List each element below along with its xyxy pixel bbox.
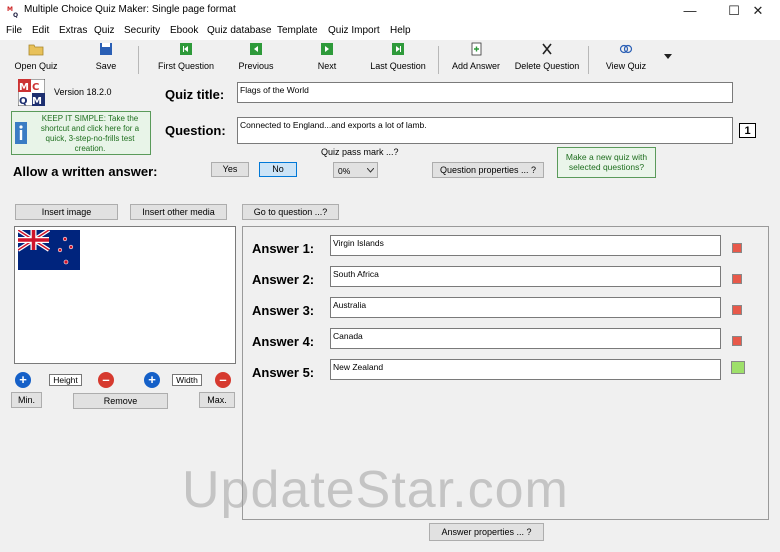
remove-button[interactable]: Remove [73,393,168,409]
minus-icon: – [219,372,227,387]
svg-text:M: M [32,96,42,106]
last-question-button[interactable]: Last Question [366,42,430,71]
menu-quiz-database[interactable]: Quiz database [207,25,272,36]
close-button[interactable]: ✕ [736,0,780,22]
logo: M C Q M [18,79,45,106]
keep-it-simple-text: KEEP IT SIMPLE: Take the shortcut and cl… [40,114,140,153]
window-title: Multiple Choice Quiz Maker: Single page … [24,4,236,15]
last-arrow-icon [392,43,404,55]
pass-mark-value: 0% [338,166,351,176]
answer-3-input[interactable]: Australia [330,297,721,318]
pass-mark-label: Quiz pass mark ...? [321,147,399,157]
answer-3-label: Answer 3: [252,303,315,318]
left-arrow-icon [250,43,262,55]
width-label: Width [172,374,202,386]
min-button[interactable]: Min. [11,392,42,408]
svg-text:Q: Q [19,96,28,106]
width-decrease-button[interactable]: – [215,372,231,388]
menu-quiz[interactable]: Quiz [94,25,115,36]
menu-help[interactable]: Help [390,25,411,36]
make-new-quiz-button[interactable]: Make a new quiz with selected questions? [557,147,656,178]
question-input[interactable]: Connected to England...and exports a lot… [237,117,733,144]
quiz-title-input[interactable]: Flags of the World [237,82,733,103]
menu-file[interactable]: File [6,25,22,36]
svg-text:Q: Q [13,12,18,18]
toolbar-separator [138,46,139,74]
insert-other-media-button[interactable]: Insert other media [130,204,227,220]
allow-written-answer-label: Allow a written answer: [13,164,158,179]
quiz-title-label: Quiz title: [165,87,225,102]
answer-1-incorrect-marker[interactable] [732,243,742,253]
toolbar-separator [588,46,589,74]
version-label: Version 18.2.0 [54,87,112,97]
first-question-button[interactable]: First Question [148,42,224,71]
pass-mark-select[interactable]: 0% [333,162,378,178]
plus-icon: + [148,372,156,387]
svg-text:M: M [19,82,29,93]
answer-3-incorrect-marker[interactable] [732,305,742,315]
first-arrow-icon [180,43,192,55]
menu-quiz-import[interactable]: Quiz Import [328,25,380,36]
plus-icon: + [19,372,27,387]
max-button[interactable]: Max. [199,392,235,408]
answer-2-input[interactable]: South Africa [330,266,721,287]
answer-5-input[interactable]: New Zealand [330,359,721,380]
answer-1-input[interactable]: Virgin Islands [330,235,721,256]
minimize-button[interactable]: — [668,0,712,22]
minus-icon: – [102,372,110,387]
menu-template[interactable]: Template [277,25,318,36]
delete-x-icon [542,43,552,55]
answer-5-label: Answer 5: [252,365,315,380]
question-label: Question: [165,123,226,138]
height-increase-button[interactable]: + [15,372,31,388]
save-button[interactable]: Save [84,42,128,71]
answer-4-label: Answer 4: [252,334,315,349]
add-document-icon [471,42,482,56]
previous-button[interactable]: Previous [232,42,280,71]
question-properties-button[interactable]: Question properties ... ? [432,162,544,178]
answer-4-incorrect-marker[interactable] [732,336,742,346]
menu-security[interactable]: Security [124,25,160,36]
go-to-question-button[interactable]: Go to question ...? [242,204,339,220]
answer-4-input[interactable]: Canada [330,328,721,349]
answer-2-incorrect-marker[interactable] [732,274,742,284]
info-icon [15,122,27,144]
watermark: UpdateStar.com [182,461,569,519]
delete-question-button[interactable]: Delete Question [514,42,580,71]
question-number: 1 [739,123,756,138]
chevron-down-icon [367,168,374,173]
floppy-disk-icon [100,43,112,55]
svg-text:C: C [32,82,39,93]
toolbar: Open Quiz Save First Question Previous N… [0,40,780,76]
right-arrow-icon [321,43,333,55]
height-label: Height [49,374,82,386]
answer-1-label: Answer 1: [252,241,315,256]
menu-ebook[interactable]: Ebook [170,25,198,36]
view-quiz-icon [619,44,633,54]
yes-button[interactable]: Yes [211,162,249,177]
view-quiz-button[interactable]: View Quiz [600,42,652,71]
app-icon: M Q [6,4,20,18]
answer-2-label: Answer 2: [252,272,315,287]
menu-bar: File Edit Extras Quiz Security Ebook Qui… [0,22,780,40]
no-button[interactable]: No [259,162,297,177]
dropdown-arrow-icon[interactable] [664,54,672,60]
open-quiz-button[interactable]: Open Quiz [10,42,62,71]
answer-5-correct-marker[interactable] [731,361,745,374]
height-decrease-button[interactable]: – [98,372,114,388]
toolbar-separator [438,46,439,74]
keep-it-simple-button[interactable]: KEEP IT SIMPLE: Take the shortcut and cl… [11,111,151,155]
next-button[interactable]: Next [308,42,346,71]
menu-edit[interactable]: Edit [32,25,49,36]
menu-extras[interactable]: Extras [59,25,87,36]
insert-image-button[interactable]: Insert image [15,204,118,220]
add-answer-button[interactable]: Add Answer [448,42,504,71]
title-bar: M Q Multiple Choice Quiz Maker: Single p… [0,0,780,22]
image-area[interactable] [14,226,236,364]
folder-icon [28,44,44,56]
answer-properties-button[interactable]: Answer properties ... ? [429,523,544,541]
width-increase-button[interactable]: + [144,372,160,388]
new-zealand-flag-image [18,230,80,270]
